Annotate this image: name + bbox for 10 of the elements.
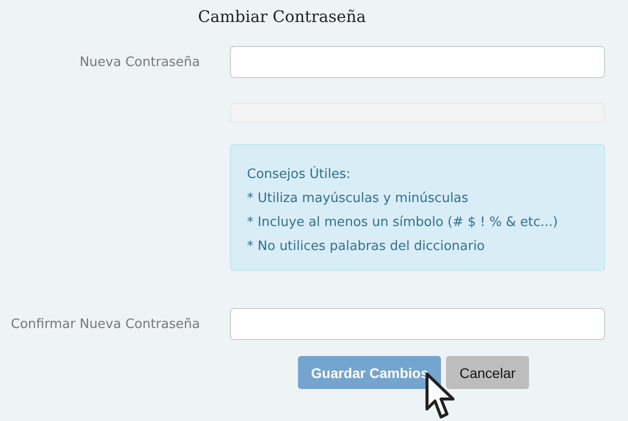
form-title: Cambiar Contraseña [197, 6, 367, 28]
field-label: Nueva Contraseña [78, 54, 200, 70]
tip-text: * No utilices palabras del diccionario [247, 238, 486, 256]
confirm-password-field[interactable] [230, 308, 605, 340]
tip-text: * Incluye al menos un símbolo (# $ ! % & etc...) [247, 214, 559, 232]
cancel-button[interactable]: Cancelar [446, 356, 529, 389]
password-field[interactable] [230, 46, 605, 78]
tip-text: * Utiliza mayúsculas y minúsculas [247, 190, 470, 208]
field-label: Confirmar Nueva Contraseña [10, 316, 200, 332]
tips-heading: Consejos Útiles: [247, 165, 352, 184]
